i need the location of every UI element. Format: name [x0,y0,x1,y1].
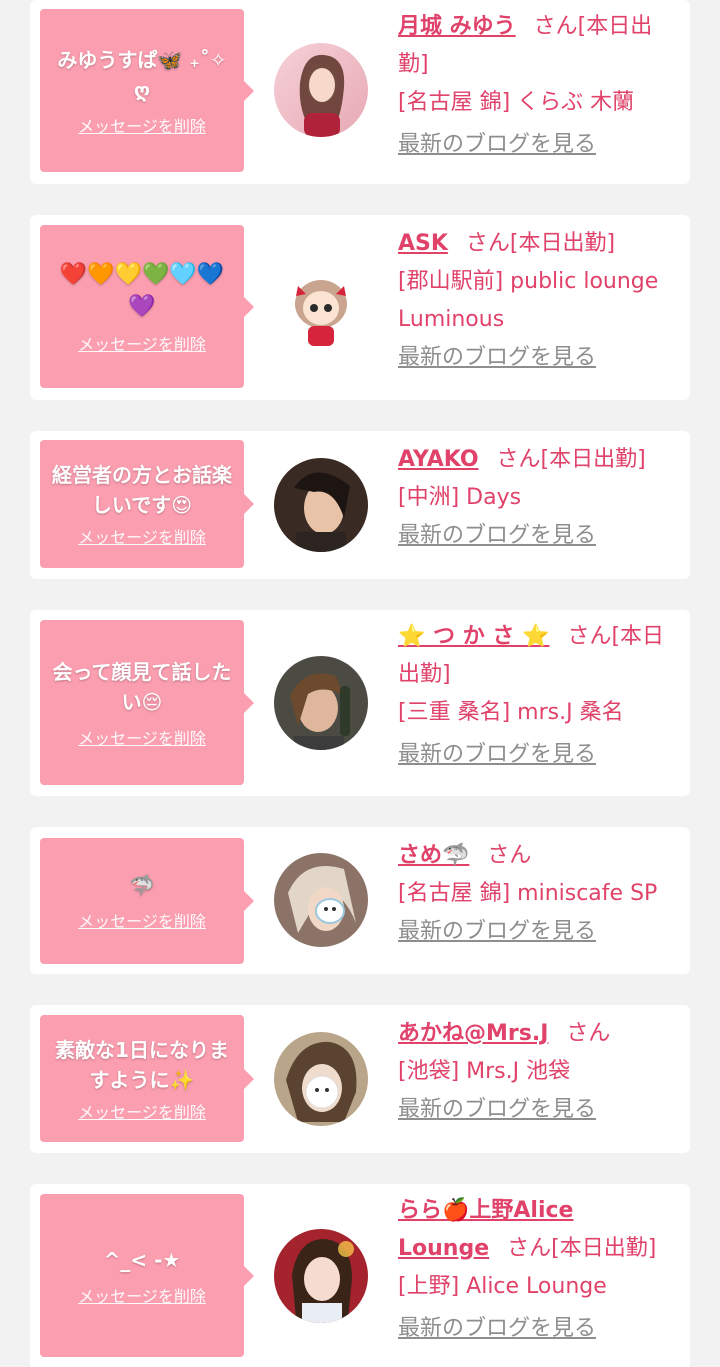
delete-message-link[interactable]: メッセージを削除 [78,1283,206,1307]
cast-info: さめ🦈 さん [名古屋 錦] miniscafe SP 最新のブログを見る [398,837,682,951]
delete-message-link[interactable]: メッセージを削除 [78,113,206,137]
message-text: 🦈 [129,873,155,897]
cast-info: AYAKO さん[本日出勤] [中洲] Days 最新のブログを見る [398,441,682,555]
shop-name: [中洲] Days [398,485,522,510]
shop-name: [三重 桑名] mrs.J 桑名 [398,700,624,725]
cast-name-link[interactable]: AYAKO [398,447,479,472]
message-bubble: 素敵な1日になりますように✨ メッセージを削除 [40,1015,254,1142]
cast-info: ⭐ つ か さ ⭐ さん[本日出勤] [三重 桑名] mrs.J 桑名 最新のブロ… [398,618,682,774]
avatar[interactable] [274,458,368,552]
cast-card: 🦈 メッセージを削除 さめ🦈 さん [名古屋 錦] miniscafe SP 最新… [30,827,690,974]
message-bubble: 経営者の方とお話楽しいです😍 メッセージを削除 [40,440,254,568]
cast-name-link[interactable]: さめ🦈 [398,843,469,868]
cast-card: ^_< -★ メッセージを削除 らら🍎上野Alice Lounge さん[本日出勤… [30,1184,690,1367]
cast-name-link[interactable]: ASK [398,231,448,256]
cast-card: 経営者の方とお話楽しいです😍 メッセージを削除 AYAKO さん[本日出勤] [中… [30,431,690,579]
delete-message-link[interactable]: メッセージを削除 [78,908,206,932]
shop-name: [名古屋 錦] くらぶ 木蘭 [398,90,635,115]
cast-name-link[interactable]: 月城 みゆう [398,14,516,39]
message-text: 素敵な1日になりますように✨ [55,1037,229,1092]
shop-name: [池袋] Mrs.J 池袋 [398,1059,571,1084]
message-text: 経営者の方とお話楽しいです😍 [52,463,232,517]
avatar[interactable] [274,260,368,354]
message-bubble: ^_< -★ メッセージを削除 [40,1194,254,1357]
cast-card: みゆうすぱ🦋 ₊˚✧ღ メッセージを削除 月城 みゆう さん[本日出勤] [名古屋… [30,0,690,184]
cast-info: らら🍎上野Alice Lounge さん[本日出勤] [上野] Alice Lou… [398,1192,682,1348]
message-text: ❤️🧡💛💚🩵💙💜 [59,261,225,319]
cast-info: 月城 みゆう さん[本日出勤] [名古屋 錦] くらぶ 木蘭 最新のブログを見る [398,8,682,164]
shop-name: [郡山駅前] public lounge Luminous [398,269,659,332]
avatar[interactable] [274,656,368,750]
avatar[interactable] [274,43,368,137]
cast-status: さん[本日出勤] [465,231,616,256]
cast-card: 素敵な1日になりますように✨ メッセージを削除 あかね@Mrs.J さん [池袋]… [30,1005,690,1153]
delete-message-link[interactable]: メッセージを削除 [78,1099,206,1123]
latest-blog-link[interactable]: 最新のブログを見る [398,339,596,377]
cast-status: さん[本日出勤] [496,447,646,472]
avatar[interactable] [274,1032,368,1126]
delete-message-link[interactable]: メッセージを削除 [78,331,206,355]
latest-blog-link[interactable]: 最新のブログを見る [398,1310,596,1348]
cast-card: ❤️🧡💛💚🩵💙💜 メッセージを削除 ASK さん[本日出勤] [郡山駅前] pub… [30,215,690,400]
message-text: みゆうすぱ🦋 ₊˚✧ღ [57,47,227,102]
cast-status: さん[本日出勤] [507,1236,657,1261]
message-bubble: 会って顔見て話したい😔 メッセージを削除 [40,620,254,785]
cast-status: さん [487,843,532,868]
message-text: 会って顔見て話したい😔 [52,659,232,714]
cast-name-link[interactable]: ⭐ つ か さ ⭐ [398,624,549,649]
favorites-list: みゆうすぱ🦋 ₊˚✧ღ メッセージを削除 月城 みゆう さん[本日出勤] [名古屋… [0,0,720,1367]
cast-name-link[interactable]: あかね@Mrs.J [398,1021,548,1046]
latest-blog-link[interactable]: 最新のブログを見る [398,736,596,774]
delete-message-link[interactable]: メッセージを削除 [78,725,206,749]
latest-blog-link[interactable]: 最新のブログを見る [398,913,596,951]
message-bubble: 🦈 メッセージを削除 [40,838,254,964]
latest-blog-link[interactable]: 最新のブログを見る [398,126,596,164]
cast-info: ASK さん[本日出勤] [郡山駅前] public lounge Luminou… [398,225,682,377]
shop-name: [上野] Alice Lounge [398,1274,607,1299]
message-bubble: みゆうすぱ🦋 ₊˚✧ღ メッセージを削除 [40,9,254,172]
message-bubble: ❤️🧡💛💚🩵💙💜 メッセージを削除 [40,225,254,388]
avatar[interactable] [274,1229,368,1323]
cast-card: 会って顔見て話したい😔 メッセージを削除 ⭐ つ か さ ⭐ さん[本日出勤] [… [30,610,690,796]
latest-blog-link[interactable]: 最新のブログを見る [398,517,596,555]
cast-info: あかね@Mrs.J さん [池袋] Mrs.J 池袋 最新のブログを見る [398,1015,682,1129]
avatar[interactable] [274,853,368,947]
latest-blog-link[interactable]: 最新のブログを見る [398,1091,596,1129]
delete-message-link[interactable]: メッセージを削除 [78,524,206,548]
cast-status: さん [566,1021,611,1046]
message-text: ^_< -★ [103,1247,181,1272]
shop-name: [名古屋 錦] miniscafe SP [398,881,658,906]
